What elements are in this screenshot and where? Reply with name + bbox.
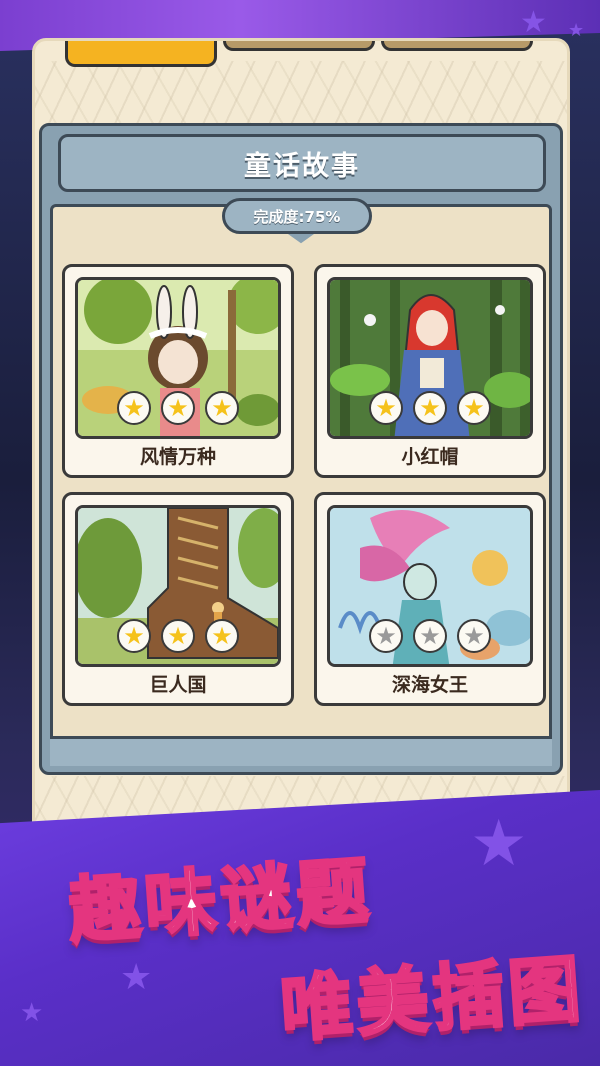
star-rating: ★ ★ ★ bbox=[317, 619, 543, 653]
tab-2[interactable] bbox=[223, 41, 375, 51]
star-decoration-icon: ★ bbox=[20, 998, 44, 1028]
star-empty-icon: ★ bbox=[369, 619, 403, 653]
story-card-4[interactable]: ★ ★ ★ 深海女王 bbox=[314, 492, 546, 706]
tab-3[interactable] bbox=[381, 41, 533, 51]
category-header: 童话故事 bbox=[58, 134, 546, 192]
star-filled-icon: ★ bbox=[161, 391, 195, 425]
star-decoration-icon: ★ bbox=[120, 957, 153, 998]
category-tabs bbox=[65, 41, 533, 67]
star-filled-icon: ★ bbox=[117, 391, 151, 425]
star-filled-icon: ★ bbox=[117, 619, 151, 653]
story-grid: ★ ★ ★ 风情万种 ★ ★ ★ 小红帽 ★ ★ ★ 巨人国 ★ ★ ★ 深海女… bbox=[62, 264, 546, 706]
story-group-card: 童话故事 完成度:75% ★ ★ ★ 风情万种 ★ ★ ★ 小红帽 ★ ★ ★ … bbox=[39, 123, 563, 775]
progress-label: 完成度:75% bbox=[253, 207, 341, 226]
star-rating: ★ ★ ★ bbox=[65, 619, 291, 653]
story-name: 小红帽 bbox=[401, 446, 459, 468]
star-empty-icon: ★ bbox=[413, 619, 447, 653]
star-decoration-icon: ★ bbox=[568, 20, 585, 41]
story-name: 深海女王 bbox=[391, 674, 468, 696]
star-rating: ★ ★ ★ bbox=[65, 391, 291, 425]
star-filled-icon: ★ bbox=[413, 391, 447, 425]
star-filled-icon: ★ bbox=[205, 391, 239, 425]
category-title: 童话故事 bbox=[244, 150, 360, 182]
star-empty-icon: ★ bbox=[457, 619, 491, 653]
star-filled-icon: ★ bbox=[161, 619, 195, 653]
star-filled-icon: ★ bbox=[369, 391, 403, 425]
star-filled-icon: ★ bbox=[205, 619, 239, 653]
story-card-1[interactable]: ★ ★ ★ 风情万种 bbox=[62, 264, 294, 478]
star-decoration-icon: ★ bbox=[520, 5, 547, 40]
tab-active[interactable] bbox=[65, 41, 217, 67]
story-card-2[interactable]: ★ ★ ★ 小红帽 bbox=[314, 264, 546, 478]
board-bottom-strip bbox=[50, 736, 552, 766]
promo-headline-1: 趣味谜题 bbox=[64, 847, 376, 955]
story-name: 风情万种 bbox=[139, 446, 216, 468]
star-filled-icon: ★ bbox=[457, 391, 491, 425]
star-rating: ★ ★ ★ bbox=[317, 391, 543, 425]
story-card-3[interactable]: ★ ★ ★ 巨人国 bbox=[62, 492, 294, 706]
star-decoration-icon: ★ bbox=[470, 807, 528, 881]
level-select-panel: 童话故事 完成度:75% ★ ★ ★ 风情万种 ★ ★ ★ 小红帽 ★ ★ ★ … bbox=[32, 38, 570, 850]
story-name: 巨人国 bbox=[149, 674, 207, 696]
promo-headline-2: 唯美插图 bbox=[276, 945, 588, 1053]
progress-badge: 完成度:75% bbox=[222, 198, 372, 234]
